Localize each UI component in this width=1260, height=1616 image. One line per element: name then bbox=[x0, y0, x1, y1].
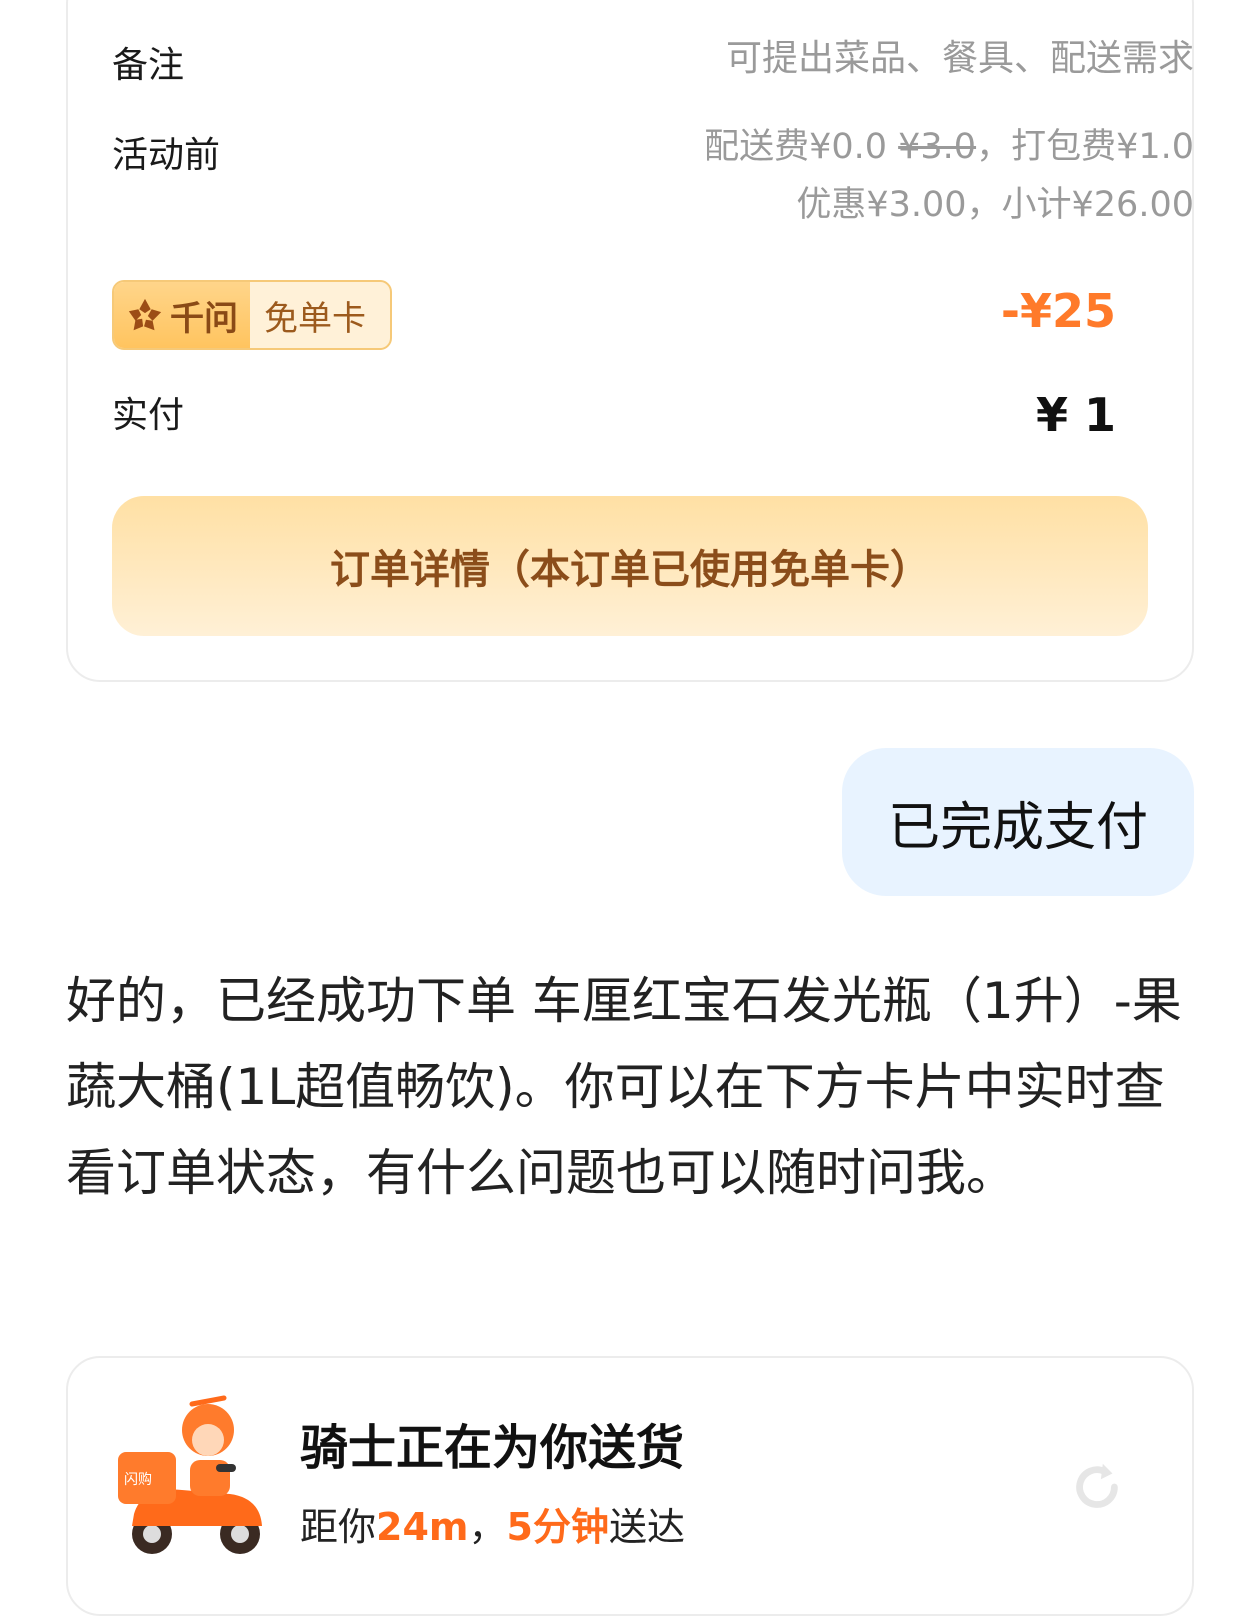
delivery-subtitle: 距你24m，5分钟送达 bbox=[300, 1496, 685, 1551]
remark-row[interactable]: 备注 可提出菜品、餐具、配送需求 bbox=[112, 30, 1194, 90]
refresh-icon[interactable] bbox=[1068, 1458, 1126, 1516]
free-card-discount: -¥25 bbox=[1000, 284, 1116, 338]
remark-label: 备注 bbox=[112, 45, 185, 86]
eta-suffix: 送达 bbox=[608, 1505, 685, 1549]
paid-label: 实付 bbox=[112, 395, 185, 436]
scooter-brand-text: 闪购 bbox=[124, 1472, 152, 1488]
distance-prefix: 距你 bbox=[300, 1505, 377, 1549]
remark-placeholder[interactable]: 可提出菜品、餐具、配送需求 bbox=[726, 30, 1194, 88]
delivery-title: 骑士正在为你送货 bbox=[300, 1420, 685, 1476]
badge-type-text: 免单卡 bbox=[264, 298, 366, 339]
original-fee: ¥3.0 bbox=[898, 127, 977, 167]
delivery-fee-text: 配送费¥0.0 bbox=[704, 127, 899, 167]
user-message-text: 已完成支付 bbox=[887, 797, 1148, 858]
discount-subtotal-line: 优惠¥3.00，小计¥26.00 bbox=[796, 185, 1194, 225]
pre-activity-row: 活动前 配送费¥0.0 ¥3.0，打包费¥1.0 优惠¥3.00，小计¥26.0… bbox=[112, 118, 1194, 238]
rider-scooter-icon: 闪购 bbox=[118, 1395, 262, 1554]
pre-activity-label: 活动前 bbox=[112, 135, 221, 176]
paid-row: 实付 bbox=[112, 380, 1194, 440]
delivery-status-card[interactable]: 闪购 骑士正在为你送货 距你24m，5分钟送达 bbox=[66, 1356, 1194, 1616]
qianwen-logo-icon bbox=[128, 298, 162, 331]
qianwen-brand: 千问 bbox=[114, 282, 250, 348]
free-order-card-badge: 千问 免单卡 bbox=[112, 280, 392, 350]
assistant-reply: 好的，已经成功下单 车厘红宝石发光瓶（1升）-果蔬大桶(1L超值畅饮)。你可以在… bbox=[66, 972, 1182, 1202]
packing-fee-text: ，打包费¥1.0 bbox=[976, 127, 1194, 167]
separator: ， bbox=[468, 1505, 507, 1549]
fee-line: 配送费¥0.0 ¥3.0，打包费¥1.0 bbox=[704, 118, 1194, 176]
eta-value: 5分钟 bbox=[506, 1505, 609, 1549]
order-detail-button[interactable]: 订单详情（本订单已使用免单卡） bbox=[112, 496, 1148, 636]
paid-amount: ¥ 1 bbox=[1035, 388, 1116, 442]
user-message-bubble: 已完成支付 bbox=[842, 748, 1194, 896]
badge-brand-text: 千问 bbox=[170, 298, 238, 339]
distance-value: 24m bbox=[376, 1505, 469, 1549]
fee-breakdown: 配送费¥0.0 ¥3.0，打包费¥1.0 优惠¥3.00，小计¥26.00 bbox=[704, 118, 1194, 234]
